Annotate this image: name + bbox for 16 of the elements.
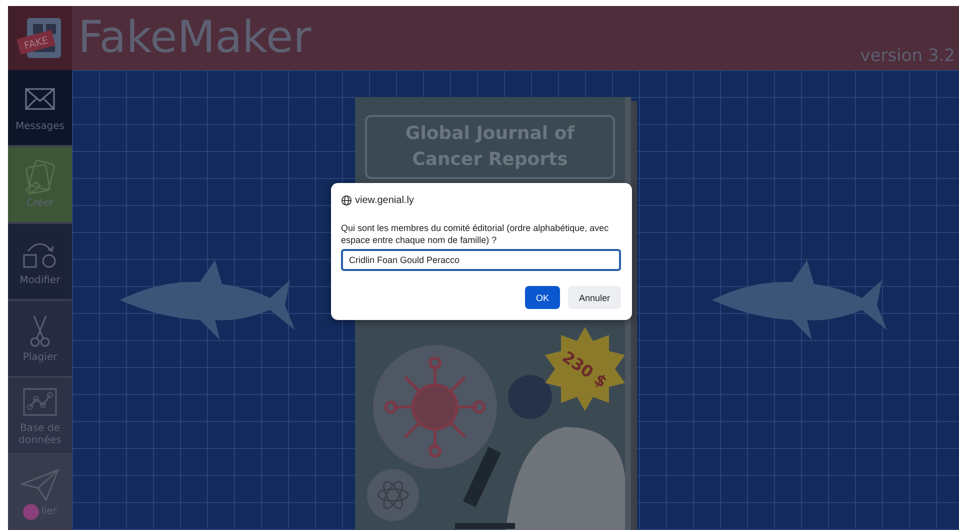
- sidebar-item[interactable]: Plagier: [8, 301, 72, 376]
- logo-badge-text: FAKE: [23, 35, 50, 52]
- ok-button[interactable]: OK: [524, 286, 560, 310]
- atom-bubble-drawing: [367, 469, 419, 521]
- cancel-button[interactable]: Annuler: [568, 286, 621, 310]
- logo-circle-icon: [23, 504, 40, 520]
- sidebar-item[interactable]: Messages: [8, 70, 72, 145]
- price-label: 230 $: [558, 347, 611, 392]
- answer-field[interactable]: Cridlin Foan Gould Peracco: [341, 249, 621, 272]
- logo-icon: [17, 18, 61, 58]
- dialog-message: Qui sont les membres du comité éditorial (ordre alphabétique, avec espace entre chaque nom de famille) ?: [341, 223, 610, 246]
- dialog-origin: view.genial.ly: [355, 195, 414, 206]
- paper-plane-icon: [20, 466, 60, 502]
- sidebar-item[interactable]: Créer: [8, 147, 72, 222]
- sidebar-item[interactable]: Modifier: [8, 224, 72, 299]
- globe-icon: [341, 195, 352, 206]
